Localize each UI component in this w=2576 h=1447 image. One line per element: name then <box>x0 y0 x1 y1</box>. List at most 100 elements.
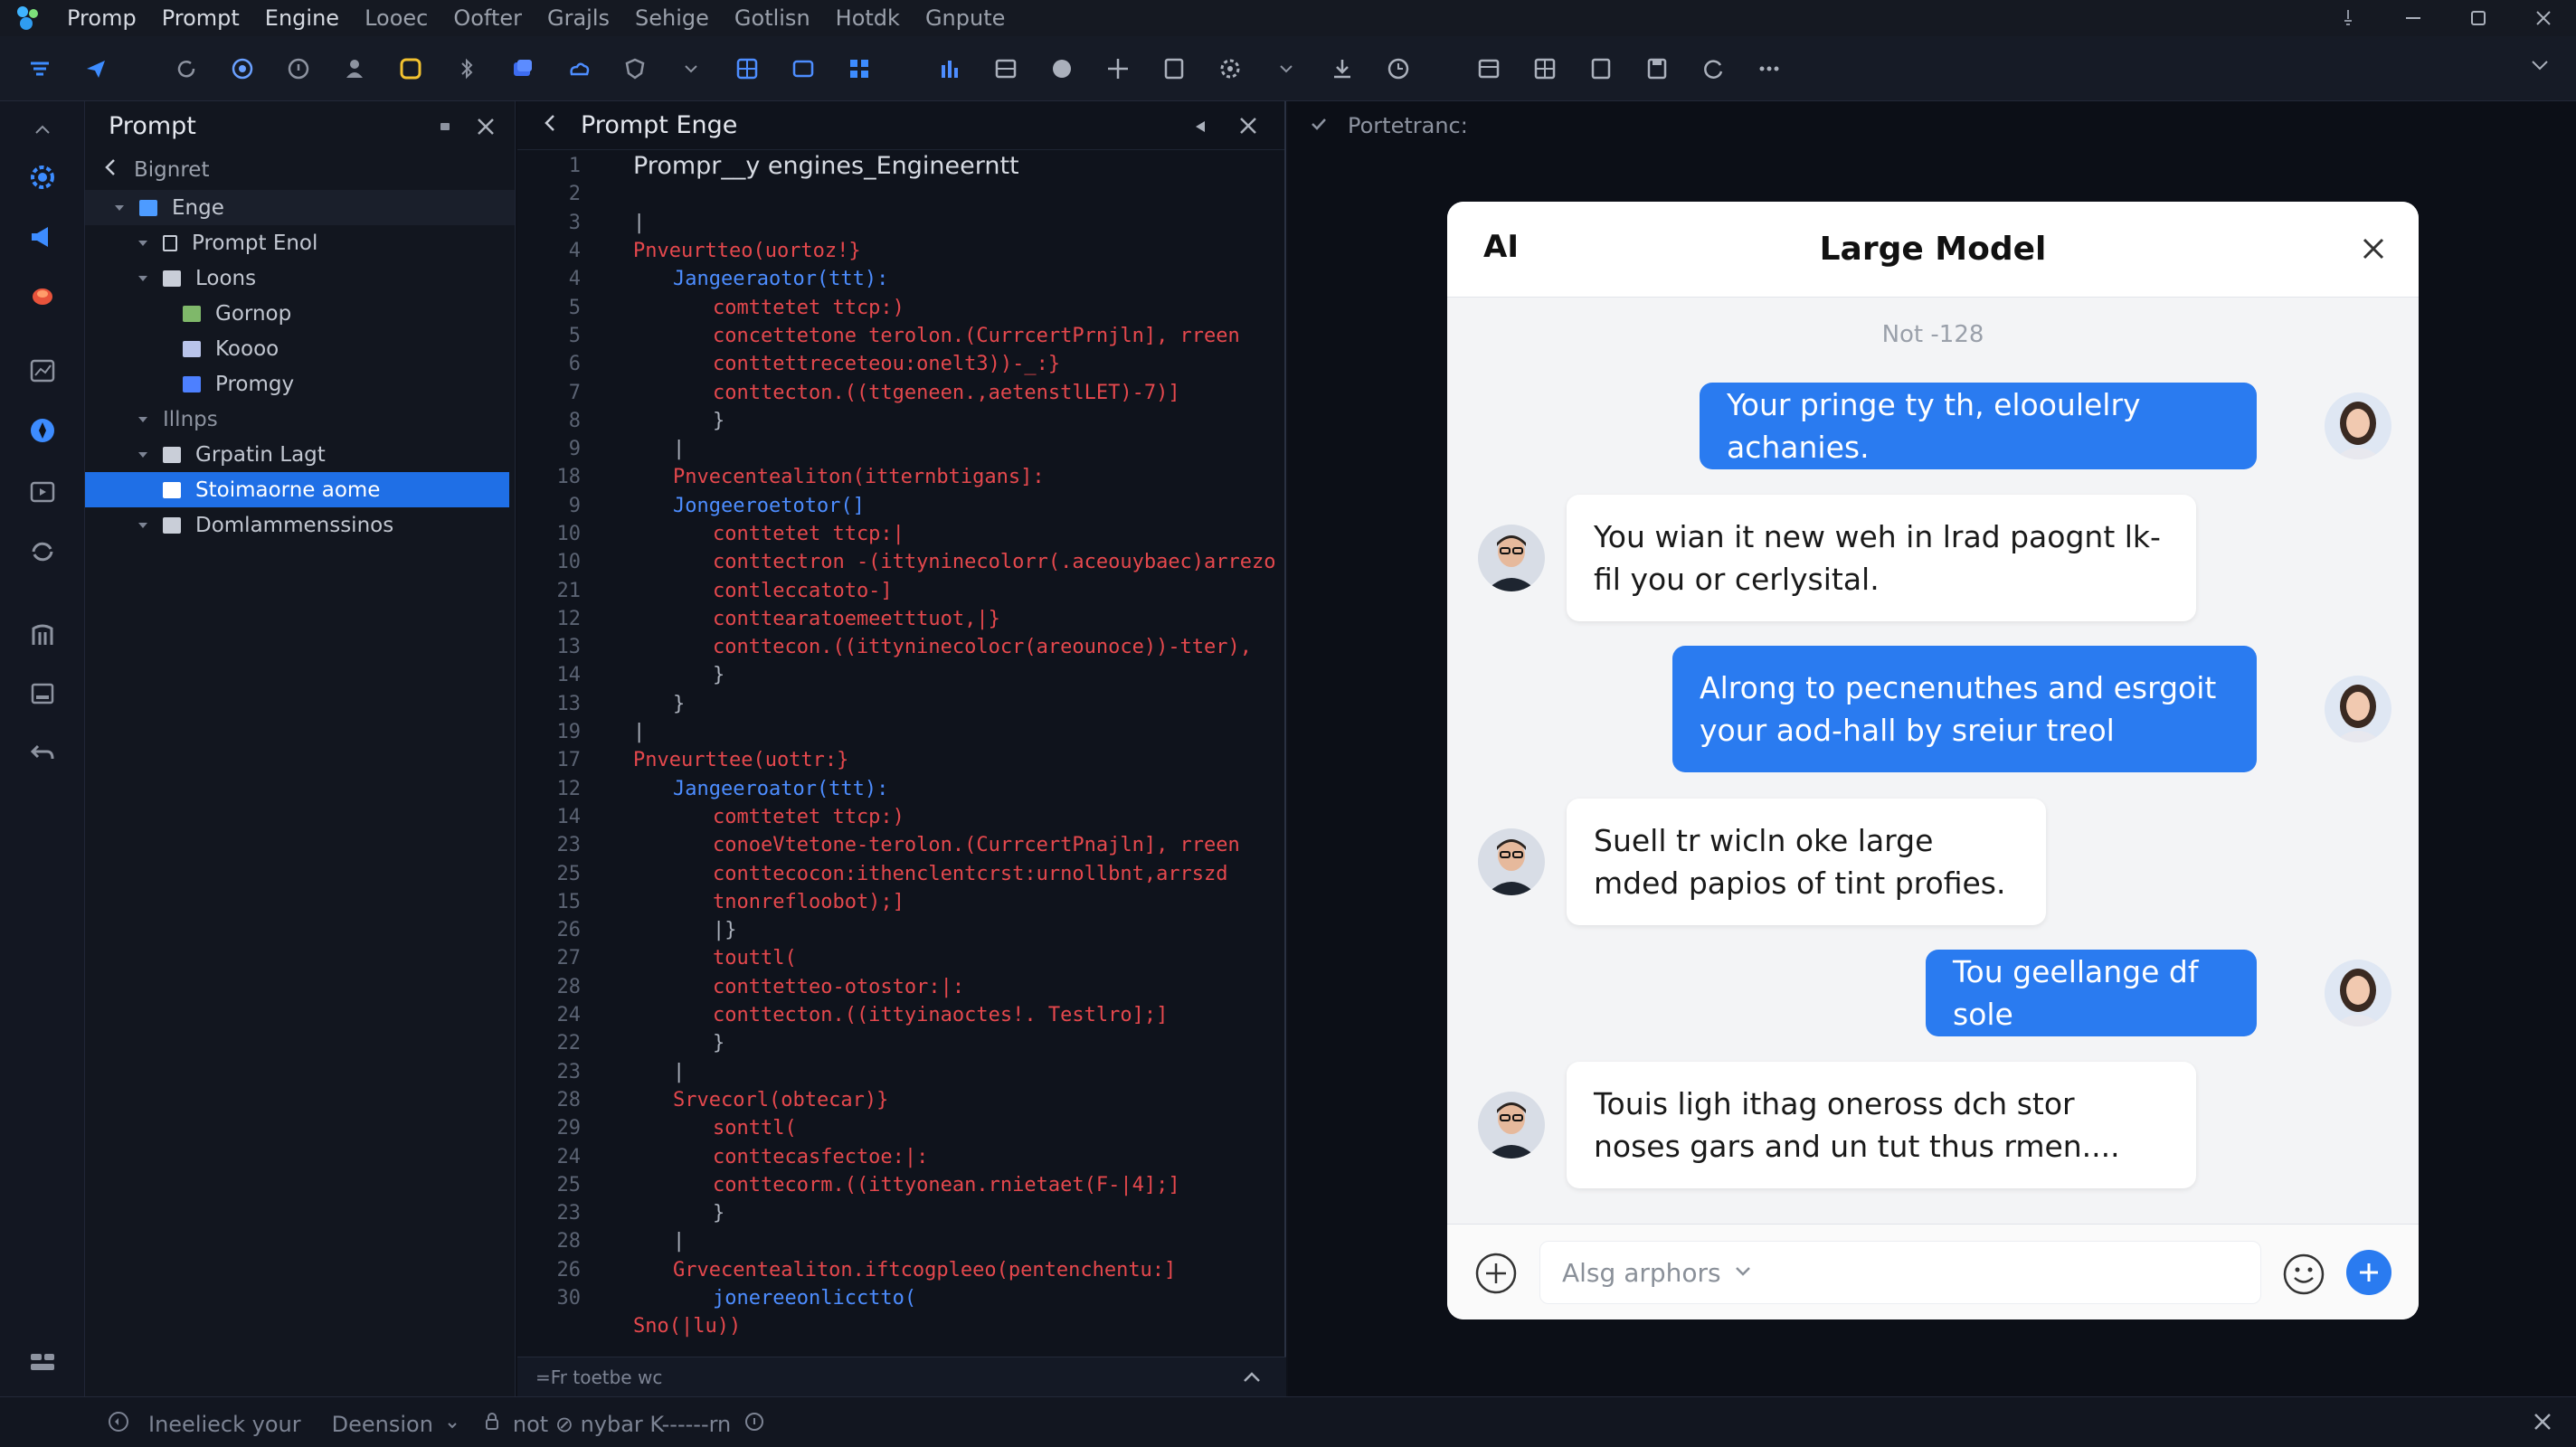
tree-item[interactable]: Enge <box>85 190 515 225</box>
menu-lines-icon[interactable] <box>18 47 62 90</box>
chevron-down-icon[interactable] <box>669 47 713 90</box>
breadcrumb[interactable]: Bignret <box>85 150 515 190</box>
chevron-down-icon[interactable] <box>446 1412 459 1437</box>
layout-icon[interactable] <box>21 1340 64 1384</box>
shield-icon[interactable] <box>613 47 657 90</box>
user-icon[interactable] <box>333 47 376 90</box>
notification-icon[interactable] <box>2316 0 2381 36</box>
back-chevron-icon[interactable] <box>103 157 118 183</box>
target-icon[interactable] <box>221 47 264 90</box>
status-sync-icon[interactable] <box>107 1410 130 1439</box>
monitor-icon[interactable] <box>21 673 64 716</box>
chevron-down-icon[interactable] <box>112 202 127 214</box>
crosshair-icon[interactable] <box>1096 47 1140 90</box>
close-tab-icon[interactable] <box>1237 114 1259 144</box>
menu-item[interactable]: Looec <box>352 0 440 36</box>
cloud-icon[interactable] <box>557 47 601 90</box>
tree-item[interactable]: Gornop <box>85 296 515 331</box>
code-area[interactable]: 1 Prompr__y engines_Engineerntt 2 3 | 4 Pnveur… <box>517 152 1286 1355</box>
minimize-button[interactable] <box>2381 0 2446 36</box>
chevron-up-icon[interactable] <box>1241 1367 1263 1393</box>
send-plus-button[interactable] <box>2346 1250 2391 1295</box>
info-icon[interactable] <box>277 47 320 90</box>
tree-item[interactable]: Koooo <box>85 331 515 366</box>
table-icon[interactable] <box>1523 47 1567 90</box>
app-logo-icon[interactable] <box>0 0 54 36</box>
globe-icon[interactable] <box>1040 47 1084 90</box>
send-icon[interactable] <box>74 47 118 90</box>
panel-icon[interactable] <box>1579 47 1623 90</box>
menu-item[interactable]: Gnpute <box>913 0 1018 36</box>
close-panel-icon[interactable] <box>475 112 497 146</box>
download-icon[interactable] <box>1321 47 1364 90</box>
highlight-icon[interactable] <box>389 47 432 90</box>
bluetooth-icon[interactable] <box>445 47 488 90</box>
menu-item[interactable]: Grajls <box>535 0 622 36</box>
chevron-down-icon[interactable] <box>136 519 150 532</box>
close-chat-icon[interactable] <box>2355 229 2391 272</box>
image-icon[interactable] <box>984 47 1028 90</box>
incoming-message[interactable]: You wian it new weh in lrad paognt lk-fi… <box>1567 495 2196 621</box>
refresh-icon[interactable] <box>165 47 208 90</box>
library-icon[interactable] <box>21 613 64 657</box>
clock-icon[interactable] <box>1377 47 1420 90</box>
incoming-message[interactable]: Touis ligh ithag oneross dch stor noses … <box>1567 1062 2196 1188</box>
tree-item[interactable]: Grpatin Lagt <box>85 437 515 472</box>
menu-item[interactable]: Engine <box>252 0 352 36</box>
fire-icon[interactable] <box>21 273 64 317</box>
chevron-down-icon[interactable] <box>1264 47 1308 90</box>
menu-item[interactable]: Gotlisn <box>722 0 823 36</box>
editor-tab-title[interactable]: Prompt Enge <box>581 111 737 139</box>
chevron-down-icon[interactable] <box>1732 1258 1754 1288</box>
menu-item[interactable]: Sehige <box>622 0 722 36</box>
tree-item[interactable]: Stoimaorne aome <box>85 472 509 507</box>
apps-icon[interactable] <box>838 47 881 90</box>
tree-item[interactable]: Promgy <box>85 366 515 402</box>
outgoing-message[interactable]: Tou geellange df sole <box>1926 950 2257 1036</box>
window-icon[interactable] <box>781 47 825 90</box>
outgoing-message[interactable]: Your pringe ty th, elooulelry achanies. <box>1700 383 2257 469</box>
close-window-button[interactable] <box>2511 0 2576 36</box>
compass-icon[interactable] <box>21 409 64 452</box>
status-branch[interactable]: Deension <box>332 1412 433 1437</box>
toolbar-expand-icon[interactable] <box>2529 54 2551 80</box>
more-icon[interactable] <box>1747 47 1791 90</box>
settings-icon[interactable] <box>1208 47 1252 90</box>
status-close-icon[interactable] <box>2531 1410 2554 1439</box>
split-editor-icon[interactable] <box>1190 114 1210 144</box>
tree-item[interactable]: Loons <box>85 260 515 296</box>
split-icon[interactable] <box>1467 47 1511 90</box>
sync-arrows-icon[interactable] <box>21 530 64 573</box>
menu-item[interactable]: Promp <box>54 0 149 36</box>
collapse-up-icon[interactable] <box>21 109 64 152</box>
gear-icon[interactable] <box>21 156 64 199</box>
chevron-down-icon[interactable] <box>136 272 150 285</box>
megaphone-icon[interactable] <box>21 215 64 259</box>
outgoing-message[interactable]: Alrong to pecnenuthes and esrgoit your a… <box>1672 646 2257 772</box>
sync-icon[interactable] <box>1691 47 1735 90</box>
chart-panel-icon[interactable] <box>21 349 64 392</box>
video-icon[interactable] <box>21 470 64 514</box>
save-icon[interactable] <box>1635 47 1679 90</box>
menu-item[interactable]: Oofter <box>440 0 535 36</box>
chat-input-field[interactable]: Alsg arphors <box>1539 1241 2261 1304</box>
tree-item[interactable]: Domlammenssinos <box>85 507 515 543</box>
pin-icon[interactable] <box>435 112 455 146</box>
bookmark-icon[interactable] <box>1152 47 1196 90</box>
chevron-down-icon[interactable] <box>136 449 150 461</box>
maximize-button[interactable] <box>2446 0 2511 36</box>
check-icon[interactable] <box>1310 113 1328 138</box>
attach-plus-icon[interactable] <box>1474 1252 1518 1299</box>
grid-view-icon[interactable] <box>725 47 769 90</box>
editor-back-icon[interactable] <box>543 111 557 139</box>
lock-icon[interactable] <box>484 1411 500 1438</box>
tree-item[interactable]: Prompt Enol <box>85 225 515 260</box>
layers-icon[interactable] <box>501 47 545 90</box>
menu-item[interactable]: Prompt <box>149 0 252 36</box>
incoming-message[interactable]: Suell tr wicln oke large mded papios of … <box>1567 799 2046 925</box>
undo-icon[interactable] <box>21 733 64 776</box>
emoji-icon[interactable] <box>2281 1252 2326 1300</box>
bar-chart-icon[interactable] <box>928 47 971 90</box>
info-circle-icon[interactable] <box>743 1411 765 1438</box>
chevron-down-icon[interactable] <box>136 413 150 426</box>
